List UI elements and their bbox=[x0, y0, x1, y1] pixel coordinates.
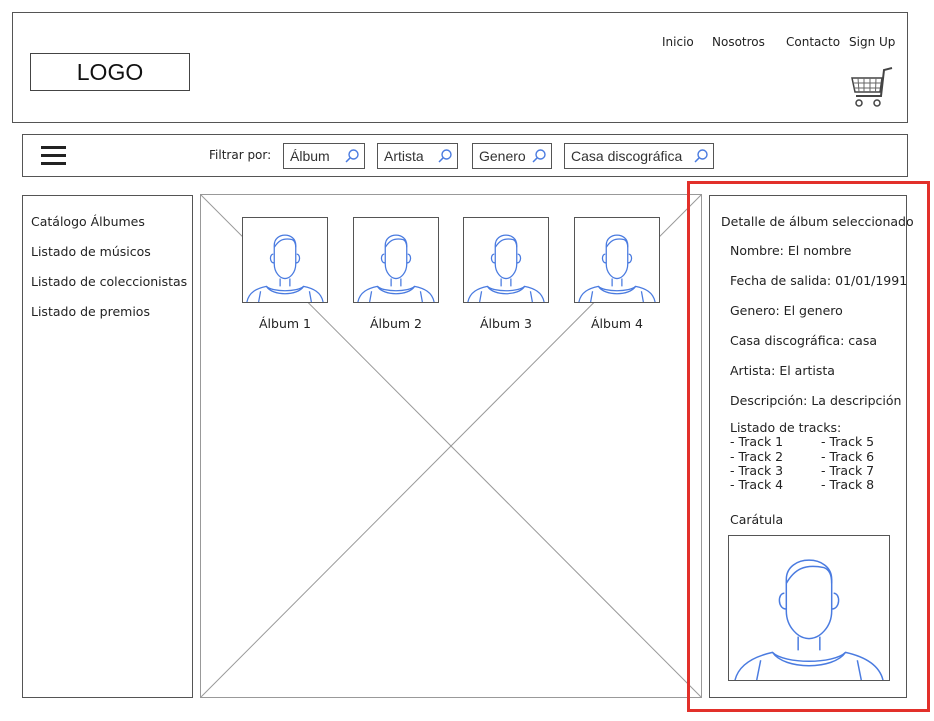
album-card-1[interactable] bbox=[242, 217, 328, 303]
cart-icon[interactable] bbox=[848, 66, 894, 110]
album-cover bbox=[728, 535, 890, 681]
album-label-3: Álbum 3 bbox=[480, 316, 532, 331]
search-icon[interactable] bbox=[531, 148, 547, 164]
sidebar-item-musicos[interactable]: Listado de músicos bbox=[31, 244, 151, 259]
track-item: - Track 1 bbox=[730, 434, 784, 449]
search-icon[interactable] bbox=[344, 148, 360, 164]
sidebar-item-coleccionistas[interactable]: Listado de coleccionistas bbox=[31, 274, 187, 289]
album-card-2[interactable] bbox=[353, 217, 439, 303]
logo[interactable]: LOGO bbox=[30, 53, 190, 91]
filter-artist-input[interactable]: Artista bbox=[377, 143, 458, 169]
album-label-2: Álbum 2 bbox=[370, 316, 422, 331]
filter-label: Filtrar por: bbox=[209, 148, 272, 162]
track-item: - Track 3 bbox=[730, 463, 784, 478]
detail-artista: Artista: El artista bbox=[730, 363, 835, 378]
nav-inicio[interactable]: Inicio bbox=[662, 35, 694, 49]
detail-tracks-title: Listado de tracks: bbox=[730, 420, 842, 435]
detail-fecha: Fecha de salida: 01/01/1991 bbox=[730, 273, 908, 288]
avatar-icon bbox=[246, 234, 324, 302]
avatar-icon bbox=[734, 559, 884, 680]
track-item: - Track 5 bbox=[821, 434, 875, 449]
detail-nombre: Nombre: El nombre bbox=[730, 243, 852, 258]
search-icon[interactable] bbox=[437, 148, 453, 164]
nav-contacto[interactable]: Contacto bbox=[786, 35, 840, 49]
album-label-4: Álbum 4 bbox=[591, 316, 643, 331]
hamburger-icon[interactable] bbox=[41, 146, 66, 166]
sidebar-item-catalogo[interactable]: Catálogo Álbumes bbox=[31, 214, 145, 229]
detail-title: Detalle de álbum seleccionado bbox=[721, 214, 914, 229]
avatar-icon bbox=[467, 234, 545, 302]
filter-bar bbox=[22, 134, 908, 177]
avatar-icon bbox=[357, 234, 435, 302]
filter-label-input[interactable]: Casa discográfica bbox=[564, 143, 714, 169]
filter-record-label-label: Casa discográfica bbox=[571, 148, 683, 164]
cover-label: Carátula bbox=[730, 512, 784, 527]
album-label-1: Álbum 1 bbox=[259, 316, 311, 331]
album-card-4[interactable] bbox=[574, 217, 660, 303]
search-icon[interactable] bbox=[693, 148, 709, 164]
track-item: - Track 2 bbox=[730, 449, 784, 464]
track-item: - Track 6 bbox=[821, 449, 875, 464]
filter-genre-label: Genero bbox=[479, 148, 526, 164]
album-card-3[interactable] bbox=[463, 217, 549, 303]
nav-nosotros[interactable]: Nosotros bbox=[712, 35, 765, 49]
sidebar bbox=[22, 195, 193, 698]
detail-descripcion: Descripción: La descripción bbox=[730, 393, 902, 408]
track-item: - Track 4 bbox=[730, 477, 784, 492]
detail-casa: Casa discográfica: casa bbox=[730, 333, 878, 348]
track-item: - Track 7 bbox=[821, 463, 875, 478]
sidebar-item-premios[interactable]: Listado de premios bbox=[31, 304, 150, 319]
filter-album-label: Álbum bbox=[290, 148, 330, 164]
avatar-icon bbox=[578, 234, 656, 302]
filter-artist-label: Artista bbox=[384, 148, 424, 164]
filter-genre-input[interactable]: Genero bbox=[472, 143, 552, 169]
nav-sign-up[interactable]: Sign Up bbox=[849, 35, 895, 49]
detail-genero: Genero: El genero bbox=[730, 303, 843, 318]
track-item: - Track 8 bbox=[821, 477, 875, 492]
filter-album-input[interactable]: Álbum bbox=[283, 143, 365, 169]
